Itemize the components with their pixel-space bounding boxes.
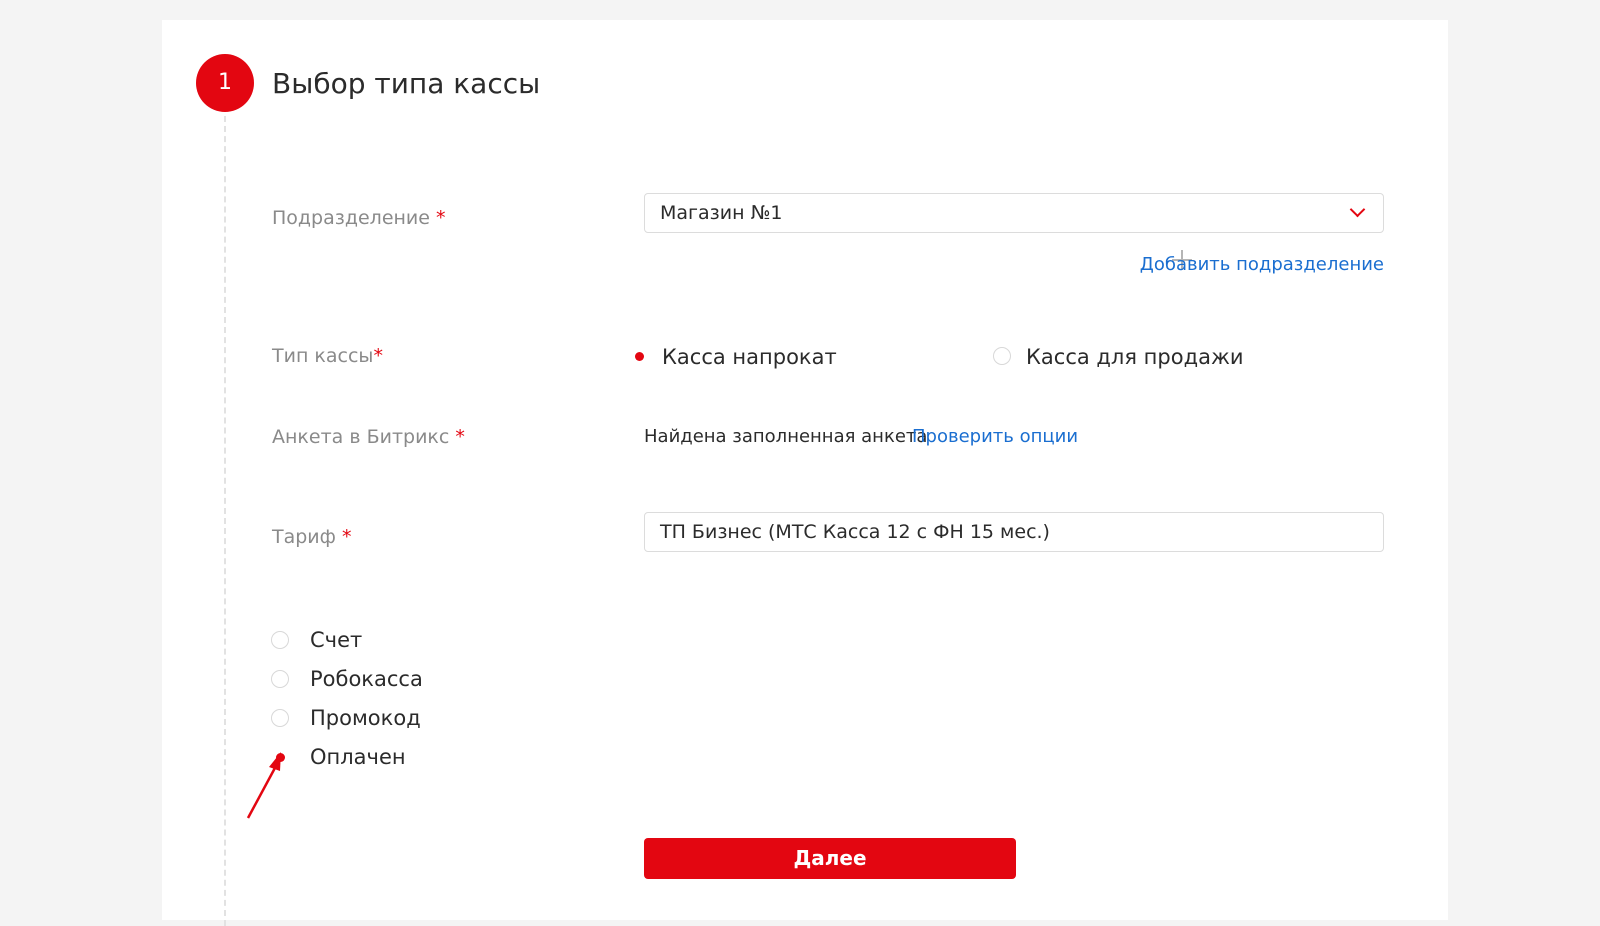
arrow-annotation-icon (246, 752, 281, 819)
